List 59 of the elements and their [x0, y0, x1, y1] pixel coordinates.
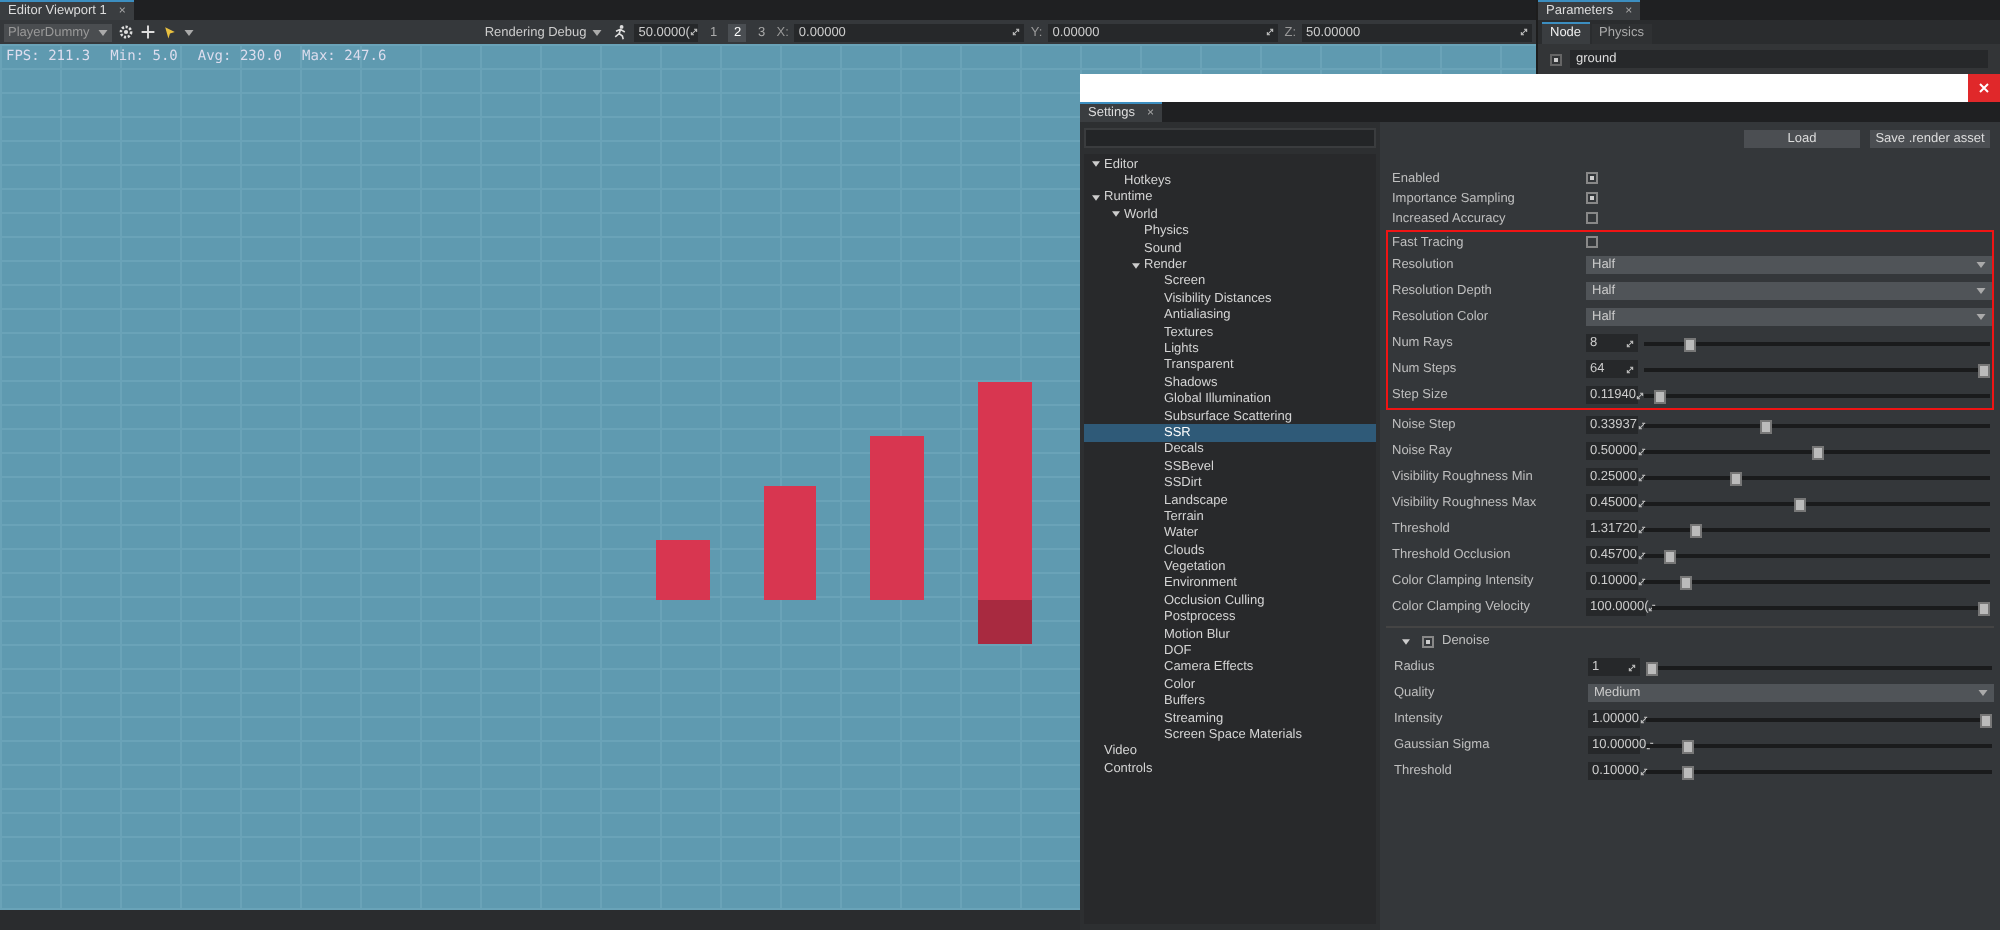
slider-thumb[interactable]: [1664, 549, 1677, 563]
cursor-icon[interactable]: [162, 24, 178, 40]
slider-thumb[interactable]: [1646, 661, 1658, 675]
slider-thumb[interactable]: [1978, 601, 1990, 615]
expand-icon: [1626, 365, 1634, 373]
slider-thumb[interactable]: [1978, 363, 1990, 377]
slider-thumb[interactable]: [1680, 575, 1693, 589]
expand-icon: [1266, 28, 1275, 36]
slider-thumb[interactable]: [1794, 497, 1807, 511]
caret-icon: [184, 29, 194, 35]
expand-icon: [1636, 391, 1645, 399]
expand-icon: [1639, 767, 1647, 775]
expand-icon: [1639, 715, 1647, 723]
slider-thumb[interactable]: [1682, 765, 1695, 779]
checkbox[interactable]: [1586, 192, 1598, 204]
caret-icon: [1976, 314, 1986, 320]
slider-thumb[interactable]: [1730, 471, 1743, 485]
checkbox[interactable]: [1586, 172, 1598, 184]
expand-icon: [1520, 28, 1528, 36]
caret-icon: [1976, 262, 1986, 268]
expand-icon: [1628, 663, 1636, 671]
caret-icon: [592, 29, 603, 35]
move-icon[interactable]: [140, 24, 156, 40]
expand-icon: [689, 28, 698, 36]
checkbox[interactable]: [1586, 212, 1598, 224]
slider-thumb[interactable]: [1811, 445, 1823, 459]
close-icon: [1978, 82, 1990, 94]
expanded-arrow-icon[interactable]: [1092, 193, 1100, 202]
checkbox[interactable]: [1550, 53, 1562, 65]
expanded-arrow-icon[interactable]: [1112, 210, 1120, 219]
expanded-arrow-icon[interactable]: [1092, 160, 1100, 169]
caret-icon: [1978, 690, 1988, 696]
close-button[interactable]: [1968, 74, 2000, 102]
expanded-arrow-icon[interactable]: [1132, 261, 1140, 270]
slider-thumb[interactable]: [1980, 713, 1992, 727]
slider-thumb[interactable]: [1690, 523, 1703, 537]
caret-icon: [1976, 288, 1986, 294]
caret-icon: [98, 29, 108, 35]
slider-thumb[interactable]: [1760, 419, 1773, 433]
expand-icon: [1012, 28, 1021, 36]
slider-thumb[interactable]: [1682, 739, 1695, 753]
expand-icon: [1637, 421, 1645, 429]
expand-icon: [1637, 525, 1645, 533]
checkbox[interactable]: [1422, 635, 1434, 647]
slider-thumb[interactable]: [1684, 337, 1697, 351]
expand-icon: [1637, 447, 1645, 455]
expand-icon: [1648, 603, 1657, 611]
slider-thumb[interactable]: [1654, 389, 1666, 403]
expand-icon: [1637, 551, 1645, 559]
expand-icon: [1637, 499, 1645, 507]
gear-icon[interactable]: [118, 24, 134, 40]
expand-icon: [1646, 741, 1655, 749]
expanded-arrow-icon[interactable]: [1402, 637, 1410, 645]
expand-icon: [1637, 473, 1645, 481]
expand-icon: [1637, 577, 1645, 585]
slider-track[interactable]: [1644, 385, 1990, 405]
expand-icon: [1626, 339, 1634, 347]
running-figure-icon: [612, 24, 629, 40]
checkbox[interactable]: [1586, 236, 1598, 248]
